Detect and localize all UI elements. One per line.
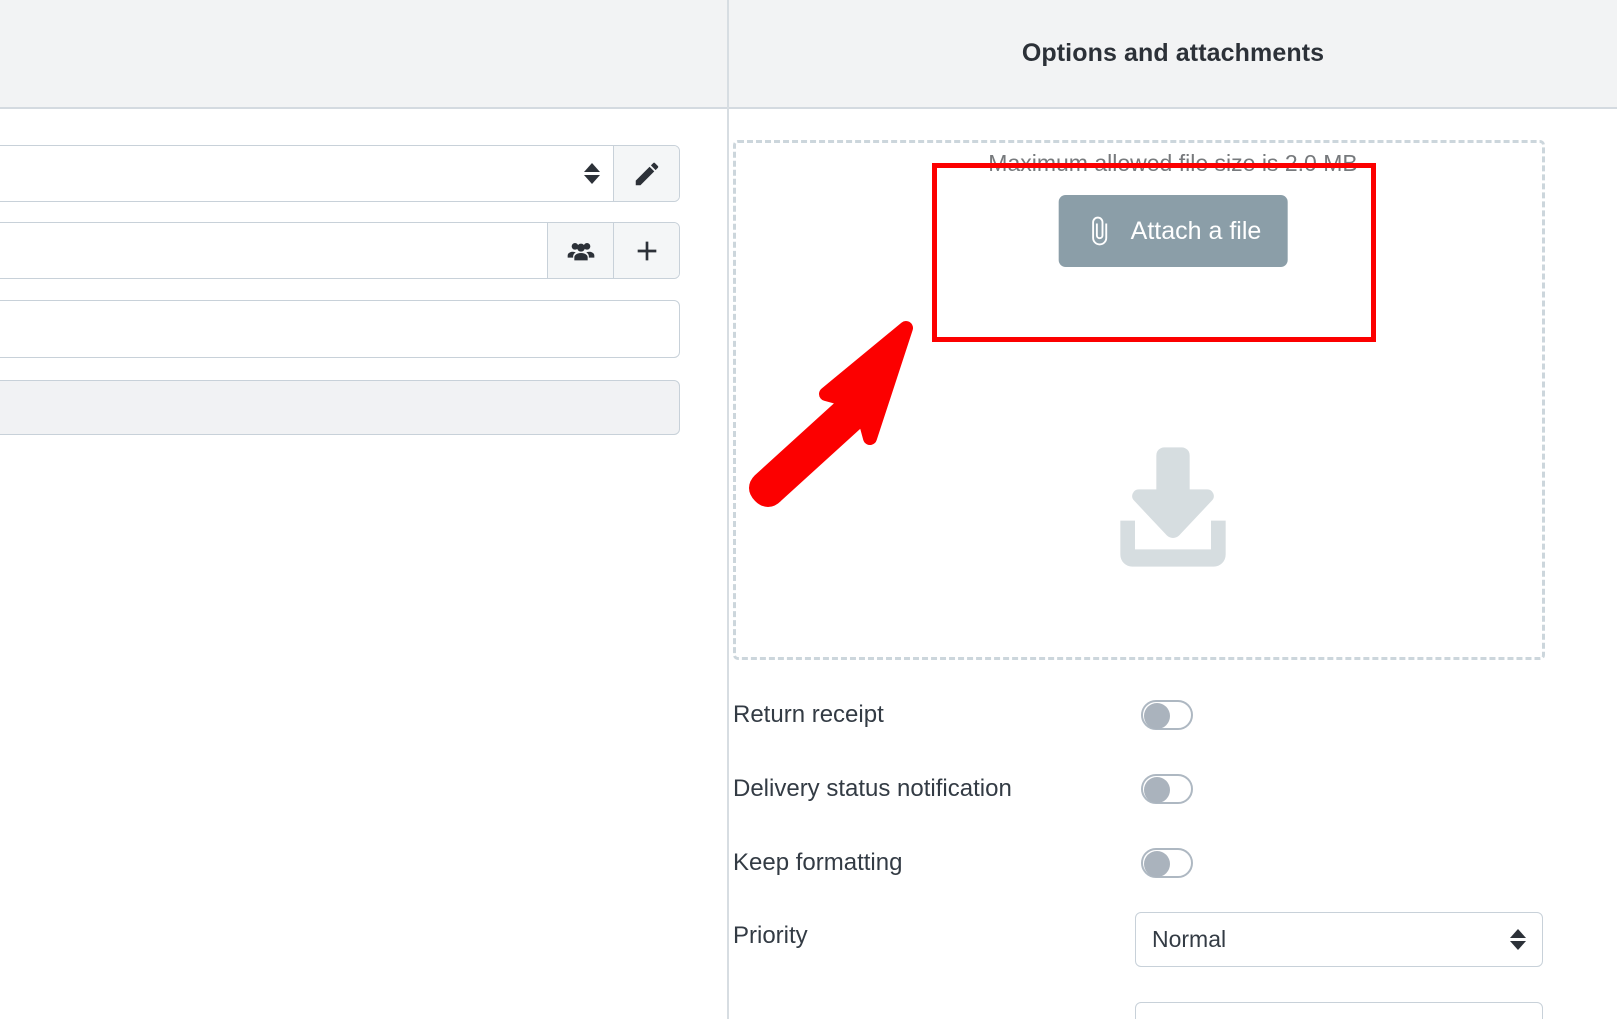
download-inbox-icon	[1093, 430, 1253, 595]
stepper-icon	[571, 146, 613, 201]
contacts-icon	[565, 235, 597, 267]
priority-select[interactable]: Normal	[1135, 912, 1543, 967]
add-recipient-button[interactable]	[613, 223, 679, 278]
toggle-knob	[1144, 703, 1170, 729]
options-and-attachments-panel: Options and attachments Maximum allowed …	[729, 0, 1617, 1019]
plus-icon	[631, 235, 663, 267]
option-label-return-receipt: Return receipt	[733, 701, 884, 729]
toggle-knob	[1144, 777, 1170, 803]
attachment-dropzone-wrap: Maximum allowed file size is 2.0 MB Atta…	[729, 110, 1617, 670]
priority-label: Priority	[733, 922, 808, 950]
toggle-return-receipt[interactable]	[1141, 700, 1193, 730]
left-header-band	[0, 0, 727, 109]
max-file-size-text: Maximum allowed file size is 2.0 MB	[729, 150, 1617, 177]
subject-field[interactable]	[0, 300, 680, 358]
toggle-keep-formatting[interactable]	[1141, 848, 1193, 878]
compose-left-panel	[0, 0, 727, 1019]
option-row-delivery-status-notification: Delivery status notification	[729, 752, 1617, 826]
editor-toolbar[interactable]	[0, 380, 680, 435]
options-header: Options and attachments	[729, 0, 1617, 109]
toggle-knob	[1144, 851, 1170, 877]
toggle-delivery-status-notification[interactable]	[1141, 774, 1193, 804]
attach-a-file-button[interactable]: Attach a file	[1059, 195, 1288, 267]
chevron-updown-icon	[1510, 929, 1526, 950]
recipient-field[interactable]	[0, 222, 680, 279]
identity-select-value[interactable]	[0, 146, 571, 201]
priority-row: Priority Normal	[729, 900, 1617, 974]
message-body-area[interactable]	[0, 436, 680, 996]
option-label-delivery-status-notification: Delivery status notification	[733, 775, 1012, 803]
contacts-icon-button[interactable]	[547, 223, 613, 278]
subject-input[interactable]	[0, 301, 679, 357]
recipient-input[interactable]	[0, 223, 547, 278]
option-row-return-receipt: Return receipt	[729, 678, 1617, 752]
paperclip-icon	[1085, 216, 1115, 246]
page-title: Options and attachments	[1022, 39, 1324, 68]
option-row-keep-formatting: Keep formatting	[729, 826, 1617, 900]
app-root: Options and attachments Maximum allowed …	[0, 0, 1617, 1019]
priority-selected-value: Normal	[1152, 926, 1510, 953]
attach-a-file-label: Attach a file	[1131, 217, 1262, 246]
pencil-icon-button[interactable]	[613, 146, 679, 201]
pencil-icon	[632, 159, 662, 189]
option-label-keep-formatting: Keep formatting	[733, 849, 902, 877]
identity-select-field[interactable]	[0, 145, 680, 202]
next-option-field[interactable]	[1135, 1002, 1543, 1019]
